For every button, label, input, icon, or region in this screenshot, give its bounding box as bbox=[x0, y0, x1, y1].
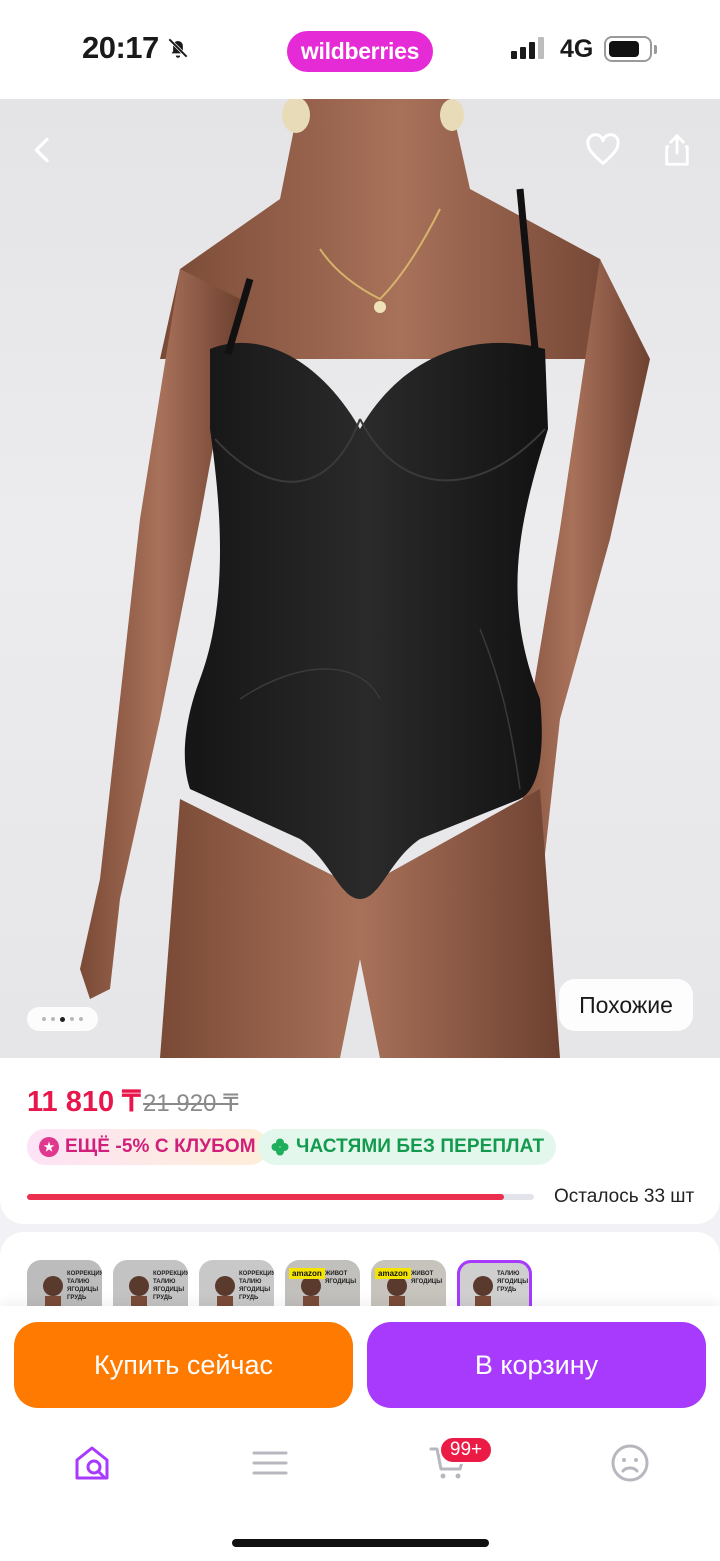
stock-progress-bar bbox=[27, 1194, 534, 1200]
thumbnail-caption: КОРРЕКЦИЯ! ТАЛИЮ ЯГОДИЦЫ ГРУДЬ bbox=[67, 1271, 102, 1301]
thumbnail-caption: ТАЛИЮ ЯГОДИЦЫ ГРУДЬ bbox=[497, 1271, 529, 1293]
tab-home[interactable] bbox=[72, 1443, 112, 1483]
home-search-icon bbox=[75, 1446, 109, 1480]
club-star-icon: ★ bbox=[39, 1137, 59, 1157]
stock-progress-fill bbox=[27, 1194, 504, 1200]
installments-badge[interactable]: ЧАСТЯМИ БЕЗ ПЕРЕПЛАТ bbox=[258, 1129, 557, 1165]
gallery-dot bbox=[42, 1017, 46, 1021]
brand-logo: wildberries bbox=[287, 31, 433, 72]
stock-remaining: Осталось 33 шт bbox=[554, 1186, 695, 1207]
thumbnail-caption: КОРРЕКЦИЯ! ТАЛИЮ ЯГОДИЦЫ ГРУДЬ bbox=[239, 1271, 274, 1301]
add-to-cart-button[interactable]: В корзину bbox=[367, 1322, 706, 1408]
old-price: 21 920 ₸ bbox=[143, 1090, 239, 1117]
gallery-dots bbox=[27, 1007, 98, 1031]
share-icon bbox=[665, 134, 689, 166]
thumbnail-caption: КОРРЕКЦИЯ! ТАЛИЮ ЯГОДИЦЫ ГРУДЬ bbox=[153, 1271, 188, 1301]
tab-catalog[interactable] bbox=[250, 1443, 290, 1483]
thumbnail-promo: amazon bbox=[289, 1268, 325, 1279]
gallery-dot bbox=[51, 1017, 55, 1021]
favorite-button[interactable] bbox=[578, 125, 628, 175]
thumbnail-promo: amazon bbox=[375, 1268, 411, 1279]
installments-label: ЧАСТЯМИ БЕЗ ПЕРЕПЛАТ bbox=[296, 1136, 545, 1157]
club-discount-badge[interactable]: ★ ЕЩЁ -5% С КЛУБОМ bbox=[27, 1129, 268, 1165]
thumbnail-caption: ЖИВОТ ЯГОДИЦЫ bbox=[411, 1271, 443, 1285]
purchase-actions: Купить сейчас В корзину bbox=[0, 1306, 720, 1418]
gallery-dot bbox=[79, 1017, 83, 1021]
current-price: 11 810 ₸ bbox=[27, 1086, 141, 1118]
back-button[interactable] bbox=[18, 125, 68, 175]
buy-now-button[interactable]: Купить сейчас bbox=[14, 1322, 353, 1408]
heart-icon bbox=[586, 133, 620, 165]
signal-icon bbox=[511, 37, 544, 59]
share-button[interactable] bbox=[652, 125, 702, 175]
battery-icon bbox=[604, 36, 657, 62]
network-label: 4G bbox=[560, 35, 594, 63]
product-photo bbox=[80, 99, 650, 1058]
gallery-dot bbox=[70, 1017, 74, 1021]
price-card: 11 810 ₸ 21 920 ₸ ★ ЕЩЁ -5% С КЛУБОМ ЧАС… bbox=[0, 1058, 720, 1224]
catalog-menu-icon bbox=[252, 1451, 288, 1475]
home-indicator[interactable] bbox=[232, 1539, 489, 1547]
time-text: 20:17 bbox=[82, 30, 159, 65]
status-time: 20:17 bbox=[82, 30, 191, 66]
club-discount-label: ЕЩЁ -5% С КЛУБОМ bbox=[65, 1136, 256, 1157]
profile-icon bbox=[611, 1444, 649, 1482]
status-bar: 20:17 wildberries 4G bbox=[0, 0, 720, 99]
clover-icon bbox=[271, 1138, 289, 1156]
bell-slash-icon bbox=[167, 38, 188, 58]
tab-profile[interactable] bbox=[610, 1443, 650, 1483]
gallery-dot-active bbox=[60, 1016, 65, 1022]
cart-count-badge: 99+ bbox=[439, 1436, 493, 1464]
similar-button[interactable]: Похожие bbox=[559, 979, 693, 1031]
thumbnail-caption: ЖИВОТ ЯГОДИЦЫ bbox=[325, 1271, 357, 1285]
chevron-left-icon bbox=[34, 137, 49, 163]
product-gallery[interactable]: Похожие bbox=[0, 99, 720, 1058]
